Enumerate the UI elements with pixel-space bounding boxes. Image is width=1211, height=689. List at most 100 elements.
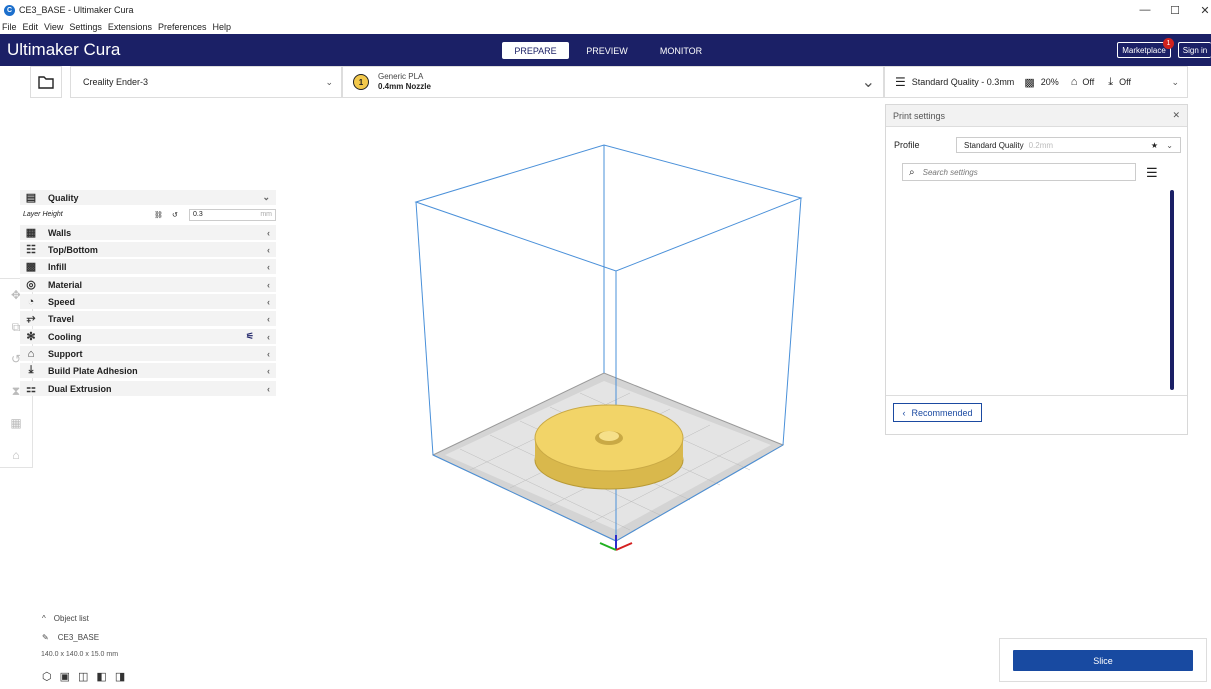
printer-name: Creality Ender-3 — [83, 77, 149, 87]
open-file-button[interactable] — [30, 66, 62, 98]
chevron-left-icon: ‹ — [267, 313, 270, 324]
layer-height-value: 0.3 — [193, 211, 203, 218]
setting-layer-height: Layer Height ⛓ ↺ 0.3 mm — [20, 207, 276, 222]
search-icon: ⌕ — [909, 166, 915, 178]
chevron-left-icon: ‹ — [267, 261, 270, 272]
left-view-icon[interactable]: ◧ — [96, 670, 106, 683]
category-label: Quality — [48, 192, 79, 203]
nozzle-size: 0.4mm Nozzle — [378, 82, 431, 91]
recommended-button[interactable]: ‹ Recommended — [893, 403, 982, 422]
tab-monitor[interactable]: MONITOR — [648, 42, 714, 59]
category-label: Dual Extrusion — [48, 383, 112, 394]
front-view-icon[interactable]: ▣ — [60, 670, 70, 683]
material-selector[interactable]: 1 Generic PLA 0.4mm Nozzle ⌄ — [342, 66, 884, 98]
sliders-icon: ☰ — [895, 75, 906, 89]
chevron-down-icon: ⌄ — [1171, 76, 1179, 87]
pencil-icon: ✎ — [42, 633, 49, 642]
chevron-up-icon: ^ — [42, 614, 46, 623]
minimize-button[interactable]: — — [1130, 0, 1160, 20]
maximize-button[interactable]: ☐ — [1160, 0, 1190, 20]
category-speed[interactable]: ◔ Speed ‹ — [20, 294, 276, 309]
category-cooling[interactable]: ✻ Cooling ⚟ ‹ — [20, 329, 276, 344]
menu-help[interactable]: Help — [212, 22, 231, 32]
recommended-label: Recommended — [911, 407, 973, 418]
menu-settings[interactable]: Settings — [69, 22, 102, 32]
category-label: Infill — [48, 261, 67, 272]
star-icon[interactable]: ★ — [1151, 141, 1158, 150]
support-summary: Off — [1082, 77, 1095, 87]
object-list-label: Object list — [53, 614, 89, 623]
category-infill[interactable]: ▩ Infill ‹ — [20, 259, 276, 274]
quality-summary: Standard Quality - 0.3mm — [911, 77, 1015, 87]
app-header: Ultimaker Cura PREPARE PREVIEW MONITOR M… — [0, 34, 1211, 66]
category-label: Walls — [48, 227, 72, 238]
menu-extensions[interactable]: Extensions — [108, 22, 152, 32]
link-icon[interactable]: ⛓ — [154, 211, 163, 219]
slice-button[interactable]: Slice — [1013, 650, 1193, 671]
printer-selector[interactable]: Creality Ender-3 ⌄ — [70, 66, 342, 98]
chevron-left-icon: ‹ — [902, 407, 906, 418]
menu-view[interactable]: View — [44, 22, 63, 32]
window-title: CE3_BASE - Ultimaker Cura — [19, 5, 134, 15]
object-name-row[interactable]: ✎ CE3_BASE — [42, 633, 99, 642]
walls-icon: ▦ — [25, 227, 37, 239]
right-view-icon[interactable]: ◨ — [115, 670, 125, 683]
support-icon: ⌂ — [27, 347, 35, 360]
close-icon[interactable]: ✕ — [1172, 110, 1180, 121]
settings-menu-icon[interactable]: ☰ — [1146, 165, 1158, 181]
tab-preview[interactable]: PREVIEW — [575, 42, 639, 59]
dual-extrusion-icon: ⚏ — [26, 383, 36, 395]
chevron-left-icon: ‹ — [267, 244, 270, 255]
chevron-left-icon: ‹ — [267, 279, 270, 290]
slice-panel: Slice — [999, 638, 1207, 682]
settings-scrollbar[interactable] — [1170, 190, 1174, 390]
signin-button[interactable]: Sign in — [1178, 42, 1211, 58]
layer-height-input[interactable]: 0.3 mm — [189, 208, 276, 221]
category-dual-extrusion[interactable]: ⚏ Dual Extrusion ‹ — [20, 381, 276, 396]
category-support[interactable]: ⌂ Support ‹ — [20, 346, 276, 361]
infill-icon: ▩ — [25, 261, 37, 273]
category-build-plate-adhesion[interactable]: ⤓ Build Plate Adhesion ‹ — [20, 363, 276, 378]
print-setup-selector[interactable]: ☰ Standard Quality - 0.3mm ▩ 20% ⌂ Off ⤓… — [884, 66, 1188, 98]
search-settings-field[interactable]: ⌕ — [902, 163, 1136, 181]
category-quality[interactable]: ▤ Quality ⌄ — [20, 190, 276, 205]
chevron-down-icon: ⌄ — [325, 76, 333, 87]
category-travel[interactable]: ⥅ Travel ‹ — [20, 311, 276, 326]
support-icon: ⌂ — [1070, 76, 1078, 88]
material-icon: ◎ — [26, 279, 36, 291]
folder-icon — [38, 75, 54, 89]
adhesion-icon: ⤓ — [28, 364, 34, 376]
menu-preferences[interactable]: Preferences — [158, 22, 207, 32]
menu-file[interactable]: File — [2, 22, 17, 32]
speed-icon: ◔ — [27, 295, 35, 308]
adhesion-icon: ⤓ — [1108, 75, 1114, 88]
category-label: Top/Bottom — [48, 244, 98, 255]
close-window-button[interactable]: ✕ — [1190, 0, 1211, 20]
object-list-toggle[interactable]: ^ Object list — [42, 614, 89, 623]
top-bottom-icon: ☷ — [26, 244, 36, 256]
category-top-bottom[interactable]: ☷ Top/Bottom ‹ — [20, 242, 276, 257]
category-label: Build Plate Adhesion — [48, 365, 138, 376]
3d-view-icon[interactable]: ⬡ — [42, 670, 52, 683]
notification-badge: 1 — [1163, 38, 1174, 49]
object-name: CE3_BASE — [57, 633, 100, 642]
per-model-settings-icon[interactable]: ▦ — [0, 407, 32, 439]
tab-prepare[interactable]: PREPARE — [502, 42, 569, 59]
modified-settings-icon[interactable]: ⚟ — [246, 331, 254, 342]
chevron-left-icon: ‹ — [267, 365, 270, 376]
chevron-down-icon: ⌄ — [861, 74, 875, 91]
top-view-icon[interactable]: ◫ — [78, 670, 88, 683]
category-walls[interactable]: ▦ Walls ‹ — [20, 225, 276, 240]
marketplace-button[interactable]: Marketplace 1 — [1117, 38, 1174, 58]
view-orientation-buttons: ⬡ ▣ ◫ ◧ ◨ — [42, 670, 125, 683]
extruder-icon: 1 — [353, 74, 369, 90]
search-input[interactable] — [922, 167, 1113, 177]
profile-selector[interactable]: Standard Quality 0.2mm ★ ⌄ — [956, 137, 1181, 153]
chevron-down-icon: ⌄ — [1166, 140, 1173, 150]
menu-edit[interactable]: Edit — [23, 22, 39, 32]
infill-icon: ▩ — [1024, 76, 1035, 89]
reset-icon[interactable]: ↺ — [172, 211, 178, 219]
divider — [886, 395, 1187, 396]
category-material[interactable]: ◎ Material ‹ — [20, 277, 276, 292]
support-blocker-icon[interactable]: ⌂ — [0, 439, 32, 471]
